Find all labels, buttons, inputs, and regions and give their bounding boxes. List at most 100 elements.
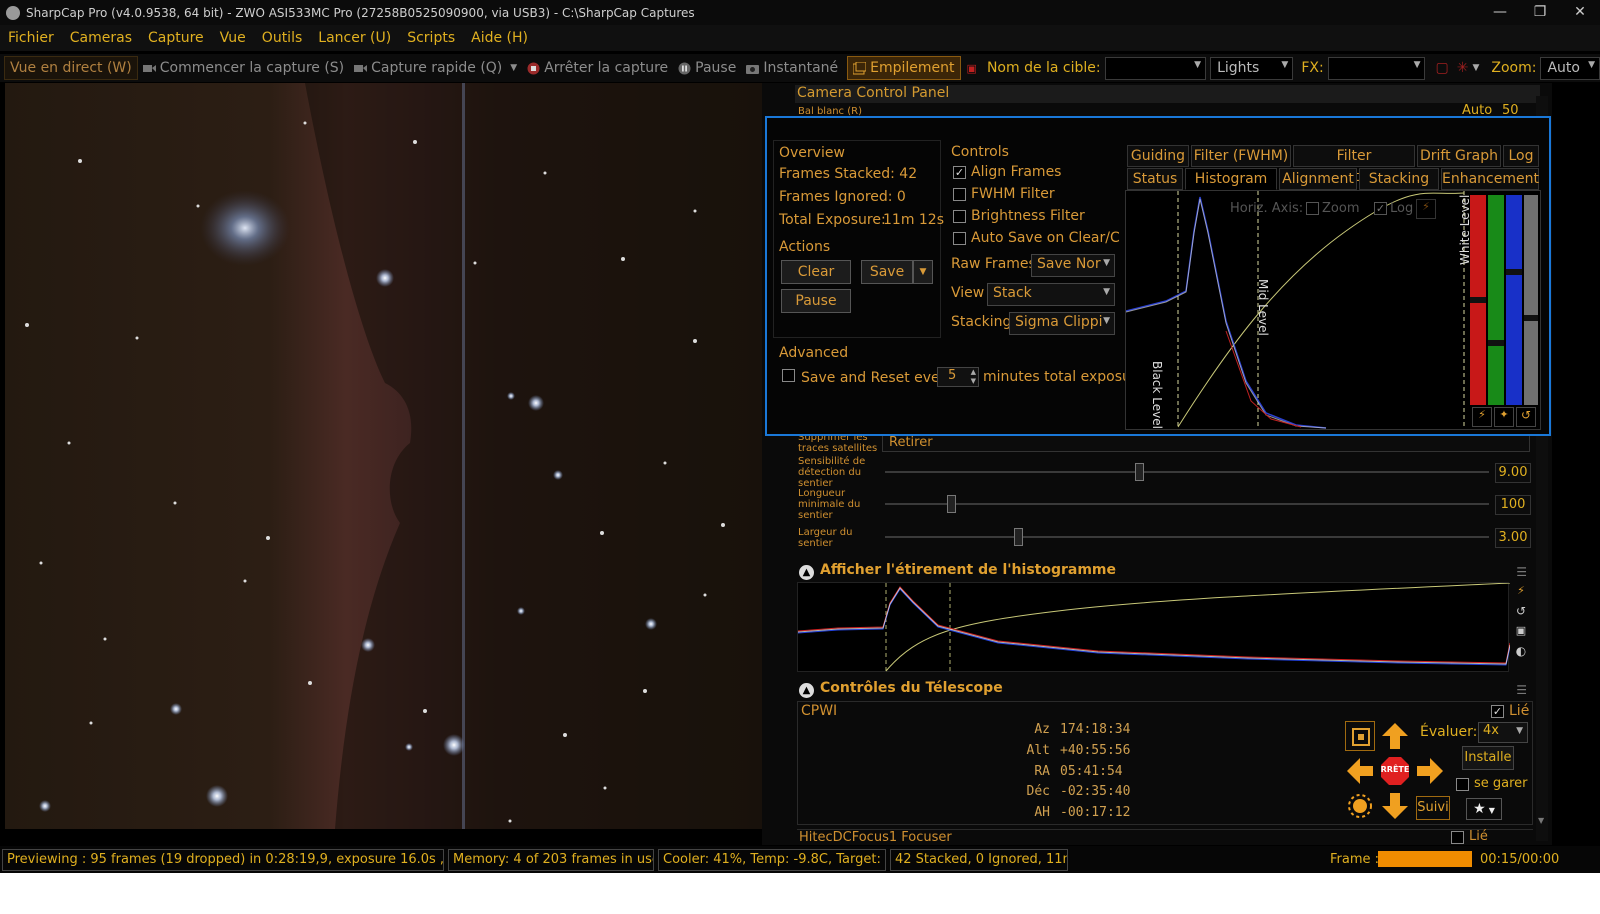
menu-cameras[interactable]: Cameras <box>62 30 140 46</box>
level-bars[interactable] <box>1470 195 1540 407</box>
target-name-combo[interactable]: ▼ <box>1104 56 1207 80</box>
hist-zoom-checkbox[interactable] <box>1306 202 1319 215</box>
tab-filter-brightness[interactable]: Filter (Brightness) <box>1293 145 1415 185</box>
clear-button[interactable]: Clear <box>781 260 851 284</box>
tab-log[interactable]: Log <box>1503 145 1539 167</box>
trail-sensitivity-value[interactable]: 9.00 <box>1495 463 1531 483</box>
menu-file[interactable]: Fichier <box>0 30 62 46</box>
trail-min-length-slider[interactable] <box>885 495 1489 513</box>
trail-width-slider[interactable] <box>885 528 1489 546</box>
tab-guiding[interactable]: Guiding <box>1127 145 1189 167</box>
snapshot-button[interactable]: Instantané <box>741 56 843 80</box>
contrast-icon[interactable]: ◐ <box>1512 644 1530 664</box>
sync-icon[interactable] <box>1345 721 1375 751</box>
save-button[interactable]: Save <box>861 260 913 284</box>
tab-alignment[interactable]: Alignment <box>1279 168 1357 190</box>
close-button[interactable]: ✕ <box>1560 0 1600 25</box>
tab-histogram[interactable]: Histogram <box>1185 168 1277 190</box>
reset-icon[interactable]: ↺ <box>1516 407 1536 427</box>
tab-filter-fwhm[interactable]: Filter (FWHM) <box>1191 145 1291 167</box>
sun-target-icon[interactable] <box>1345 791 1375 821</box>
stop-slew-button[interactable]: RRÊTE <box>1380 756 1410 786</box>
hamburger-menu-icon[interactable]: ☰ <box>1516 565 1527 579</box>
align-frames-checkbox[interactable]: ✓ <box>953 166 966 179</box>
trail-width-value[interactable]: 3.00 <box>1495 528 1531 548</box>
reset-icon[interactable]: ↺ <box>1512 604 1530 624</box>
arrow-down-icon[interactable] <box>1380 791 1410 821</box>
menu-capture[interactable]: Capture <box>140 30 212 46</box>
stacking-button[interactable]: Empilement <box>847 56 961 80</box>
hamburger-menu-icon[interactable]: ☰ <box>1516 683 1527 697</box>
white-balance-mode[interactable]: Auto <box>1462 104 1492 117</box>
focuser-linked-checkbox[interactable] <box>1451 831 1464 844</box>
menu-launch[interactable]: Lancer (U) <box>310 30 399 46</box>
slider-thumb[interactable] <box>1013 528 1023 546</box>
telescope-controls-header[interactable]: ▲ Contrôles du Télescope ☰ <box>797 680 1533 702</box>
arrow-up-icon[interactable] <box>1380 721 1410 751</box>
live-view-button[interactable]: Vue en direct (W) <box>4 56 138 80</box>
record-target-icon[interactable]: ▣ <box>967 62 977 75</box>
telescope-linked-checkbox[interactable]: ✓ <box>1491 705 1504 718</box>
track-button[interactable]: Suivi <box>1416 796 1450 820</box>
chevron-down-icon[interactable]: ▼ <box>913 260 933 284</box>
chevron-down-icon[interactable]: ▼ <box>1538 816 1546 828</box>
fx-combo[interactable]: ▼ <box>1327 56 1426 80</box>
lightning-icon[interactable]: ⚡ <box>1416 199 1436 219</box>
tab-enhancement[interactable]: Enhancement <box>1441 168 1539 190</box>
star-target-icon[interactable]: ★ ▼ <box>1466 798 1502 820</box>
arrow-left-icon[interactable] <box>1345 756 1375 786</box>
slider-thumb[interactable] <box>1134 463 1144 481</box>
slider-thumb[interactable] <box>947 495 957 513</box>
histogram-stretch-graph[interactable] <box>797 582 1511 673</box>
chevron-down-icon[interactable]: ▼ <box>510 63 517 73</box>
luminance-level-bar[interactable] <box>1524 195 1538 405</box>
minutes-stepper[interactable]: 5 ▲ ▼ <box>937 367 979 387</box>
satellite-trails-combo[interactable]: Retirer <box>882 434 1530 452</box>
white-balance-value[interactable]: 50 <box>1502 104 1519 117</box>
preview-image[interactable] <box>5 83 762 829</box>
trail-min-length-value[interactable]: 100 <box>1495 495 1531 515</box>
save-reset-checkbox[interactable] <box>782 369 795 382</box>
frame-type-combo[interactable]: Lights ▼ <box>1210 56 1294 80</box>
menu-view[interactable]: Vue <box>212 30 254 46</box>
green-level-bar[interactable] <box>1488 195 1504 405</box>
tab-drift-graph[interactable]: Drift Graph <box>1417 145 1501 167</box>
lightning-icon[interactable]: ⚡ <box>1472 407 1492 427</box>
trail-sensitivity-slider[interactable] <box>885 463 1489 481</box>
stack-histogram[interactable]: Horiz. Axis: Zoom ✓ Log ⚡ Black Level Mi… <box>1125 190 1541 430</box>
reticle-box-icon[interactable]: ▢ <box>1435 60 1448 76</box>
maximize-button[interactable]: ❐ <box>1520 0 1560 25</box>
pause-stack-button[interactable]: Pause <box>781 289 851 313</box>
histogram-stretch-header[interactable]: ▲ Afficher l'étirement de l'histogramme ☰ <box>797 562 1533 584</box>
auto-save-checkbox[interactable] <box>953 232 966 245</box>
tab-stacking[interactable]: Stacking <box>1359 168 1439 190</box>
view-combo[interactable]: Stack ▼ <box>987 283 1115 306</box>
fwhm-filter-checkbox[interactable] <box>953 188 966 201</box>
stepper-arrows-icon[interactable]: ▲ ▼ <box>971 368 976 386</box>
menu-tools[interactable]: Outils <box>254 30 310 46</box>
red-level-bar[interactable] <box>1470 195 1486 405</box>
chevron-down-icon[interactable]: ▼ <box>1472 63 1479 73</box>
brightness-filter-checkbox[interactable] <box>953 210 966 223</box>
park-checkbox[interactable] <box>1456 778 1469 791</box>
lightning-icon[interactable]: ⚡ <box>1512 584 1530 604</box>
start-capture-button[interactable]: Commencer la capture (S) <box>138 56 349 80</box>
quick-capture-button[interactable]: Capture rapide (Q) ▼ <box>349 56 522 80</box>
tab-status[interactable]: Status <box>1127 168 1183 190</box>
raw-frames-combo[interactable]: Save Nor ▼ <box>1031 254 1115 277</box>
stacking-mode-combo[interactable]: Sigma Clippi ▼ <box>1009 312 1115 335</box>
save-icon[interactable]: ▣ <box>1512 624 1530 644</box>
menu-scripts[interactable]: Scripts <box>399 30 463 46</box>
chevron-up-icon[interactable]: ▲ <box>799 683 814 698</box>
sparkle-icon[interactable]: ✦ <box>1494 407 1514 427</box>
minimize-button[interactable]: — <box>1480 0 1520 25</box>
pause-button[interactable]: Pause <box>673 56 741 80</box>
hist-log-checkbox[interactable]: ✓ <box>1374 202 1387 215</box>
reticle-cross-icon[interactable]: ✳ <box>1457 60 1469 76</box>
arrow-right-icon[interactable] <box>1415 756 1445 786</box>
chevron-up-icon[interactable]: ▲ <box>799 565 814 580</box>
install-button[interactable]: Installe <box>1462 746 1514 770</box>
blue-level-bar[interactable] <box>1506 195 1522 405</box>
rate-combo[interactable]: 4x ▼ <box>1478 722 1528 743</box>
stop-capture-button[interactable]: Arrêter la capture <box>522 56 673 80</box>
